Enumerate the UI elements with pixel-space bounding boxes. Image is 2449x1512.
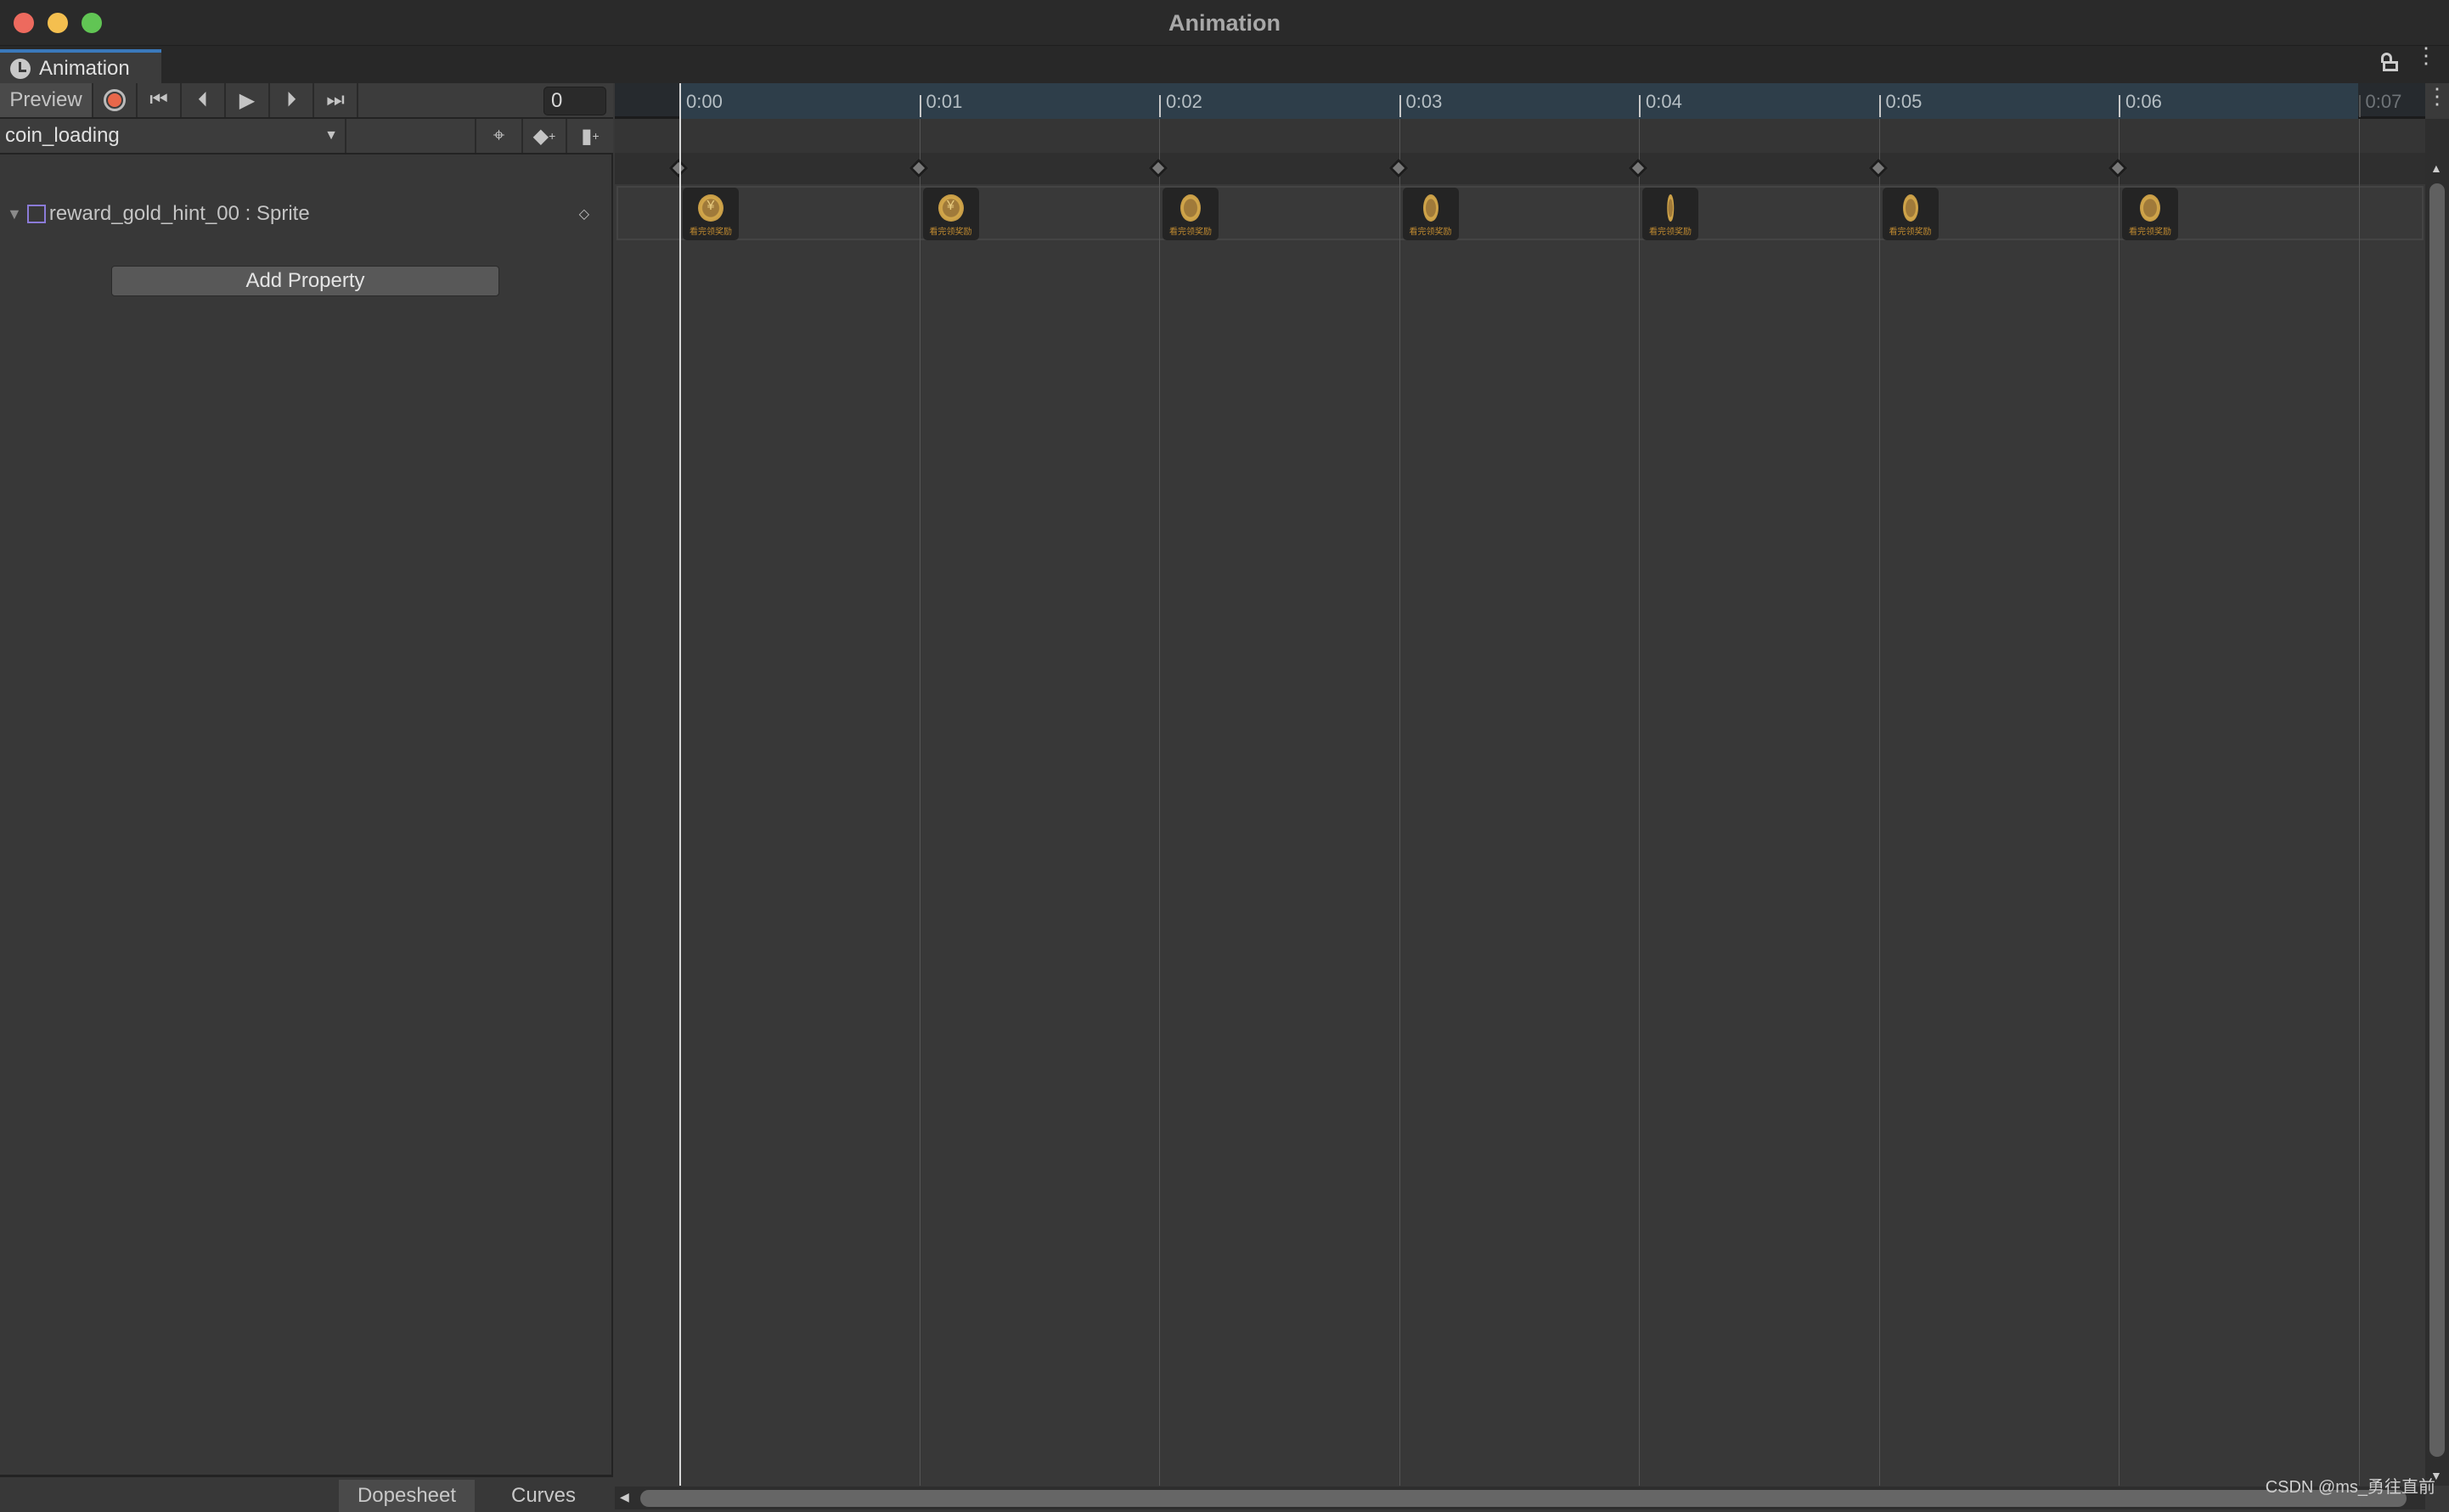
scroll-up-icon[interactable]: ▲ (2430, 161, 2442, 175)
time-tick-label: 0:03 (1399, 93, 1442, 117)
record-icon (104, 89, 126, 111)
sprite-renderer-icon (26, 205, 46, 223)
sprite-caption: 看完领奖励 (1889, 228, 1932, 237)
time-tick-label: 0:00 (679, 93, 723, 117)
tab-label: Animation (39, 57, 130, 80)
coin-sprite-icon (1180, 194, 1201, 222)
playhead[interactable] (679, 83, 681, 1486)
horizontal-scrollbar[interactable]: ◀ (615, 1487, 2425, 1509)
tab-bar (0, 46, 2449, 83)
sprite-keyframe[interactable]: 看完领奖励 (2122, 188, 2178, 240)
coin-sprite-icon (1902, 194, 1918, 222)
sprite-caption: 看完领奖励 (1169, 228, 1212, 237)
second-gridline (1878, 119, 1880, 1486)
time-tick-label: 0:01 (919, 93, 962, 117)
time-tick-label: 0:07 (2358, 93, 2401, 117)
second-gridline (2358, 119, 2360, 1486)
last-keyframe-button[interactable]: ⏭ (314, 83, 358, 117)
coin-sprite-icon: ¥ (698, 194, 723, 222)
add-keyframe-icon[interactable]: ◆ + (523, 119, 567, 153)
sprite-keyframe[interactable]: 看完领奖励 (1402, 188, 1459, 240)
left-panel (0, 83, 613, 1509)
coin-sprite-icon (1422, 194, 1438, 222)
expand-triangle-icon[interactable]: ▼ (7, 205, 22, 223)
coin-sprite-icon: ¥ (937, 194, 964, 222)
property-row[interactable]: ▼ reward_gold_hint_00 : Sprite ◇ (0, 188, 613, 239)
clock-icon (10, 59, 31, 79)
sprite-caption: 看完领奖励 (1649, 228, 1692, 237)
second-gridline (1159, 119, 1160, 1486)
tab-dopesheet[interactable]: Dopesheet (339, 1480, 475, 1512)
sprite-caption: 看完领奖励 (690, 228, 732, 237)
sprite-caption: 看完领奖励 (1409, 228, 1452, 237)
time-tick-label: 0:04 (1639, 93, 1682, 117)
lock-icon[interactable] (2381, 53, 2398, 71)
vertical-scrollbar[interactable]: ▲ ▼ (2425, 119, 2449, 1486)
first-keyframe-button[interactable]: ⏮ (138, 83, 182, 117)
target-icon[interactable]: ⌖ (476, 119, 523, 153)
add-property-button[interactable]: Add Property (111, 266, 499, 296)
watermark: CSDN @ms_勇往直前 (2265, 1478, 2435, 1497)
view-mode-tabs: Dopesheet Curves (0, 1475, 613, 1512)
keyframe-diamond-icon[interactable]: ◇ (579, 205, 589, 222)
next-keyframe-button[interactable]: ⏵ (270, 83, 314, 117)
event-row[interactable] (615, 119, 2425, 153)
summary-keyframe-row[interactable] (615, 153, 2425, 184)
previous-keyframe-button[interactable]: ⏴ (182, 83, 226, 117)
chevron-down-icon: ▼ (324, 128, 338, 143)
tab-animation[interactable]: Animation (0, 49, 161, 85)
sprite-keyframe[interactable]: ¥ 看完领奖励 (922, 188, 979, 240)
second-gridline (1399, 119, 1400, 1486)
horizontal-scroll-thumb[interactable] (640, 1490, 2407, 1507)
sprite-keyframe[interactable]: ¥ 看完领奖励 (683, 188, 739, 240)
second-gridline (1639, 119, 1640, 1486)
preview-button[interactable]: Preview (0, 83, 93, 117)
frame-input[interactable]: 0 (543, 87, 606, 115)
sprite-keyframe[interactable]: 看完领奖励 (1642, 188, 1698, 240)
clip-name: coin_loading (5, 124, 120, 147)
playback-toolbar: Preview ⏮ ⏴ ▶ ⏵ ⏭ (0, 83, 613, 119)
time-tick-label: 0:05 (1878, 93, 1922, 117)
coin-sprite-icon (1667, 194, 1674, 222)
vertical-scroll-thumb[interactable] (2429, 183, 2445, 1457)
sprite-caption: 看完领奖励 (929, 228, 972, 237)
timeline-options-icon[interactable]: ⋮ (2425, 83, 2449, 119)
add-event-icon[interactable]: ▮ + (567, 119, 613, 153)
sprite-keyframe[interactable]: 看完领奖励 (1163, 188, 1219, 240)
record-button[interactable] (93, 83, 138, 117)
coin-sprite-icon (2140, 194, 2160, 222)
property-label: reward_gold_hint_00 : Sprite (48, 202, 310, 225)
more-options-icon[interactable]: ⋮ (2415, 44, 2437, 66)
time-tick-label: 0:06 (2119, 93, 2162, 117)
play-button[interactable]: ▶ (226, 83, 270, 117)
scroll-left-icon[interactable]: ◀ (620, 1490, 629, 1504)
time-tick-label: 0:02 (1159, 93, 1202, 117)
clip-filter-field[interactable] (346, 119, 476, 153)
sprite-caption: 看完领奖励 (2129, 228, 2171, 237)
clip-toolbar: coin_loading ▼ ⌖ ◆ + ▮ + (0, 119, 613, 155)
window-title: Animation (1168, 10, 1281, 36)
second-gridline (2119, 119, 2120, 1486)
tab-curves[interactable]: Curves (475, 1480, 612, 1512)
sprite-keyframe[interactable]: 看完领奖励 (1882, 188, 1939, 240)
clip-dropdown[interactable]: coin_loading ▼ (0, 119, 346, 153)
